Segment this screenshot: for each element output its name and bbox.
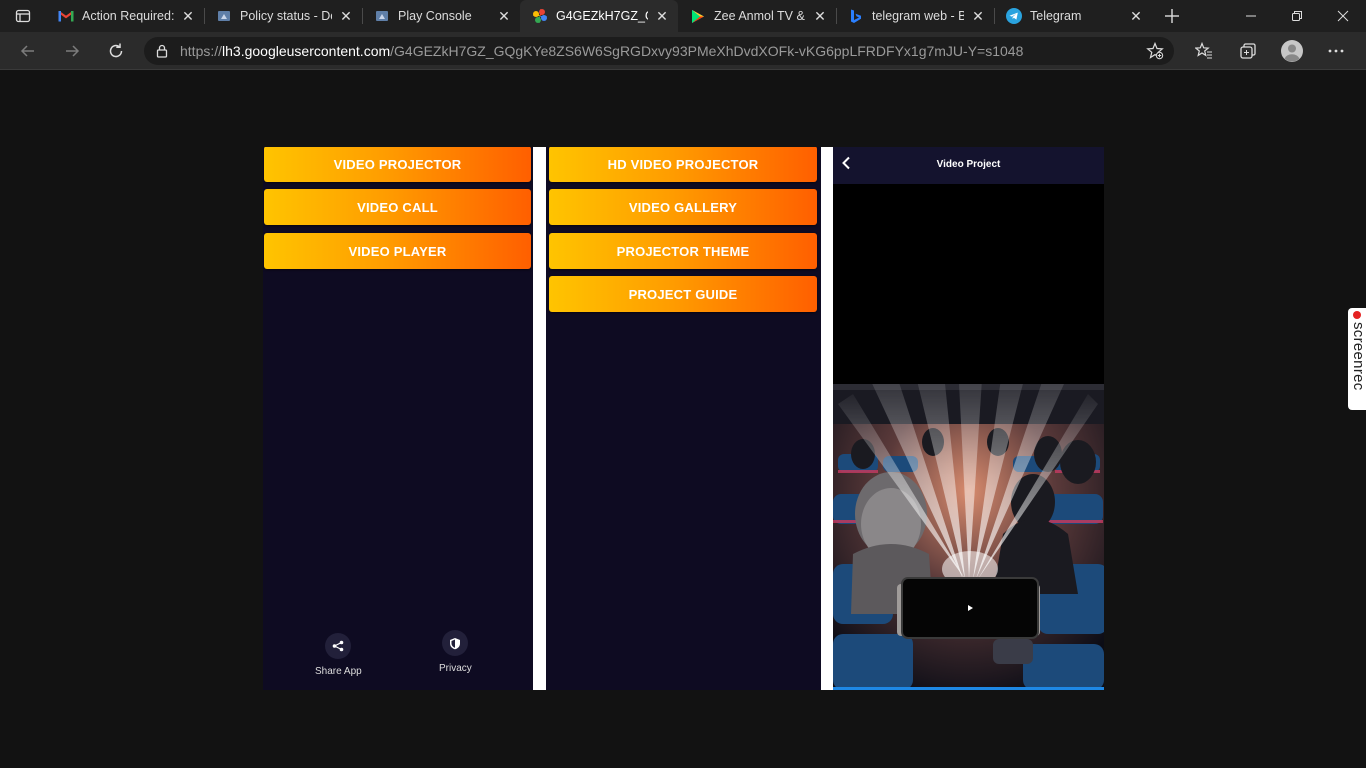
close-window-icon bbox=[1337, 10, 1349, 22]
restore-icon bbox=[1292, 11, 1302, 21]
video-call-button[interactable]: VIDEO CALL bbox=[264, 189, 531, 225]
gmail-icon bbox=[58, 8, 74, 24]
refresh-button[interactable] bbox=[94, 32, 138, 70]
tab-play-console[interactable]: Play Console ✕ bbox=[362, 0, 520, 32]
browser-toolbar: https://lh3.googleusercontent.com/G4GEZk… bbox=[0, 32, 1366, 70]
tab-title: telegram web - B bbox=[872, 9, 964, 23]
minimize-icon bbox=[1246, 15, 1256, 17]
close-icon[interactable]: ✕ bbox=[180, 8, 196, 24]
favorites-button[interactable] bbox=[1182, 32, 1226, 70]
address-bar[interactable]: https://lh3.googleusercontent.com/G4GEZk… bbox=[144, 37, 1174, 65]
tab-title: G4GEZkH7GZ_GC bbox=[556, 9, 648, 23]
hd-video-projector-button[interactable]: HD VIDEO PROJECTOR bbox=[549, 147, 817, 182]
app-screen-home: VIDEO PROJECTOR VIDEO CALL VIDEO PLAYER … bbox=[263, 147, 533, 690]
tab-google-photos-image[interactable]: G4GEZkH7GZ_GC ✕ bbox=[520, 0, 678, 32]
restore-button[interactable] bbox=[1274, 0, 1320, 32]
project-guide-button[interactable]: PROJECT GUIDE bbox=[549, 276, 817, 312]
cinema-projection-image bbox=[833, 364, 1104, 690]
settings-more-button[interactable] bbox=[1314, 32, 1358, 70]
tab-title: Play Console bbox=[398, 9, 472, 23]
screen-title: Video Project bbox=[936, 159, 1001, 170]
window-controls bbox=[1228, 0, 1366, 32]
add-favorite-icon[interactable] bbox=[1146, 41, 1164, 65]
profile-button[interactable] bbox=[1270, 32, 1314, 70]
shield-icon bbox=[442, 630, 469, 656]
tab-telegram[interactable]: Telegram ✕ bbox=[994, 0, 1152, 32]
url-path: /G4GEZkH7GZ_GQgKYe8ZS6W6SgRGDxvy93PMeXhD… bbox=[390, 43, 1024, 59]
close-icon[interactable]: ✕ bbox=[496, 8, 512, 24]
avatar-icon bbox=[1281, 40, 1303, 62]
video-gallery-button[interactable]: VIDEO GALLERY bbox=[549, 189, 817, 225]
tab-telegram-web-search[interactable]: telegram web - B ✕ bbox=[836, 0, 994, 32]
tab-actions-button[interactable] bbox=[0, 0, 46, 32]
url-host: lh3.googleusercontent.com bbox=[222, 43, 391, 59]
favorites-icon bbox=[1195, 42, 1212, 59]
tab-strip: Action Required: ✕ Policy status - De ✕ … bbox=[0, 0, 1366, 32]
url-text[interactable]: https://lh3.googleusercontent.com/G4GEZk… bbox=[180, 43, 1080, 59]
image-viewer: VIDEO PROJECTOR VIDEO CALL VIDEO PLAYER … bbox=[263, 147, 1104, 690]
forward-arrow-icon bbox=[66, 44, 80, 57]
tab-title: Zee Anmol TV & bbox=[714, 9, 805, 23]
share-app-label: Share App bbox=[315, 666, 362, 677]
lock-icon[interactable] bbox=[144, 44, 180, 58]
play-console-icon bbox=[216, 8, 232, 24]
projector-theme-button[interactable]: PROJECTOR THEME bbox=[549, 233, 817, 269]
toolbar-actions bbox=[1182, 32, 1358, 70]
bing-icon bbox=[848, 8, 864, 24]
video-player-button[interactable]: VIDEO PLAYER bbox=[264, 233, 531, 269]
tab-title: Policy status - De bbox=[240, 9, 332, 23]
collections-icon bbox=[1240, 43, 1256, 59]
play-console-icon bbox=[374, 8, 390, 24]
bottom-accent-bar bbox=[833, 687, 1104, 690]
share-icon bbox=[325, 633, 352, 659]
google-photos-icon bbox=[532, 8, 548, 24]
tab-title: Action Required: bbox=[82, 9, 174, 23]
back-button[interactable] bbox=[6, 32, 50, 70]
close-icon[interactable]: ✕ bbox=[812, 8, 828, 24]
more-dots-icon bbox=[1328, 49, 1344, 53]
screenrec-label: screenrec bbox=[1350, 322, 1366, 391]
collections-button[interactable] bbox=[1226, 32, 1270, 70]
refresh-icon bbox=[109, 43, 123, 57]
share-app-button[interactable]: Share App bbox=[315, 633, 362, 677]
privacy-button[interactable]: Privacy bbox=[439, 630, 472, 674]
back-arrow-icon bbox=[20, 44, 34, 57]
record-dot-icon bbox=[1353, 311, 1361, 319]
privacy-label: Privacy bbox=[439, 663, 472, 674]
close-icon[interactable]: ✕ bbox=[338, 8, 354, 24]
new-tab-button[interactable] bbox=[1156, 0, 1188, 32]
google-play-icon bbox=[690, 8, 706, 24]
close-icon[interactable]: ✕ bbox=[654, 8, 670, 24]
plus-icon bbox=[1165, 9, 1179, 23]
minimize-button[interactable] bbox=[1228, 0, 1274, 32]
tab-gmail[interactable]: Action Required: ✕ bbox=[46, 0, 204, 32]
video-projector-button[interactable]: VIDEO PROJECTOR bbox=[264, 147, 531, 182]
url-prefix: https:// bbox=[180, 43, 223, 59]
tab-title: Telegram bbox=[1030, 9, 1082, 23]
forward-button[interactable] bbox=[50, 32, 94, 70]
app-screen-projector-menu: HD VIDEO PROJECTOR VIDEO GALLERY PROJECT… bbox=[546, 147, 821, 690]
telegram-icon bbox=[1006, 8, 1022, 24]
tab-policy-status[interactable]: Policy status - De ✕ bbox=[204, 0, 362, 32]
phone-screen-play-preview bbox=[901, 577, 1039, 639]
close-window-button[interactable] bbox=[1320, 0, 1366, 32]
app-screen-video-project: Video Project bbox=[833, 147, 1104, 690]
close-icon[interactable]: ✕ bbox=[1128, 8, 1144, 24]
tab-actions-icon bbox=[15, 9, 31, 23]
close-icon[interactable]: ✕ bbox=[970, 8, 986, 24]
play-icon[interactable] bbox=[966, 604, 974, 612]
tab-zee-anmol[interactable]: Zee Anmol TV & ✕ bbox=[678, 0, 836, 32]
